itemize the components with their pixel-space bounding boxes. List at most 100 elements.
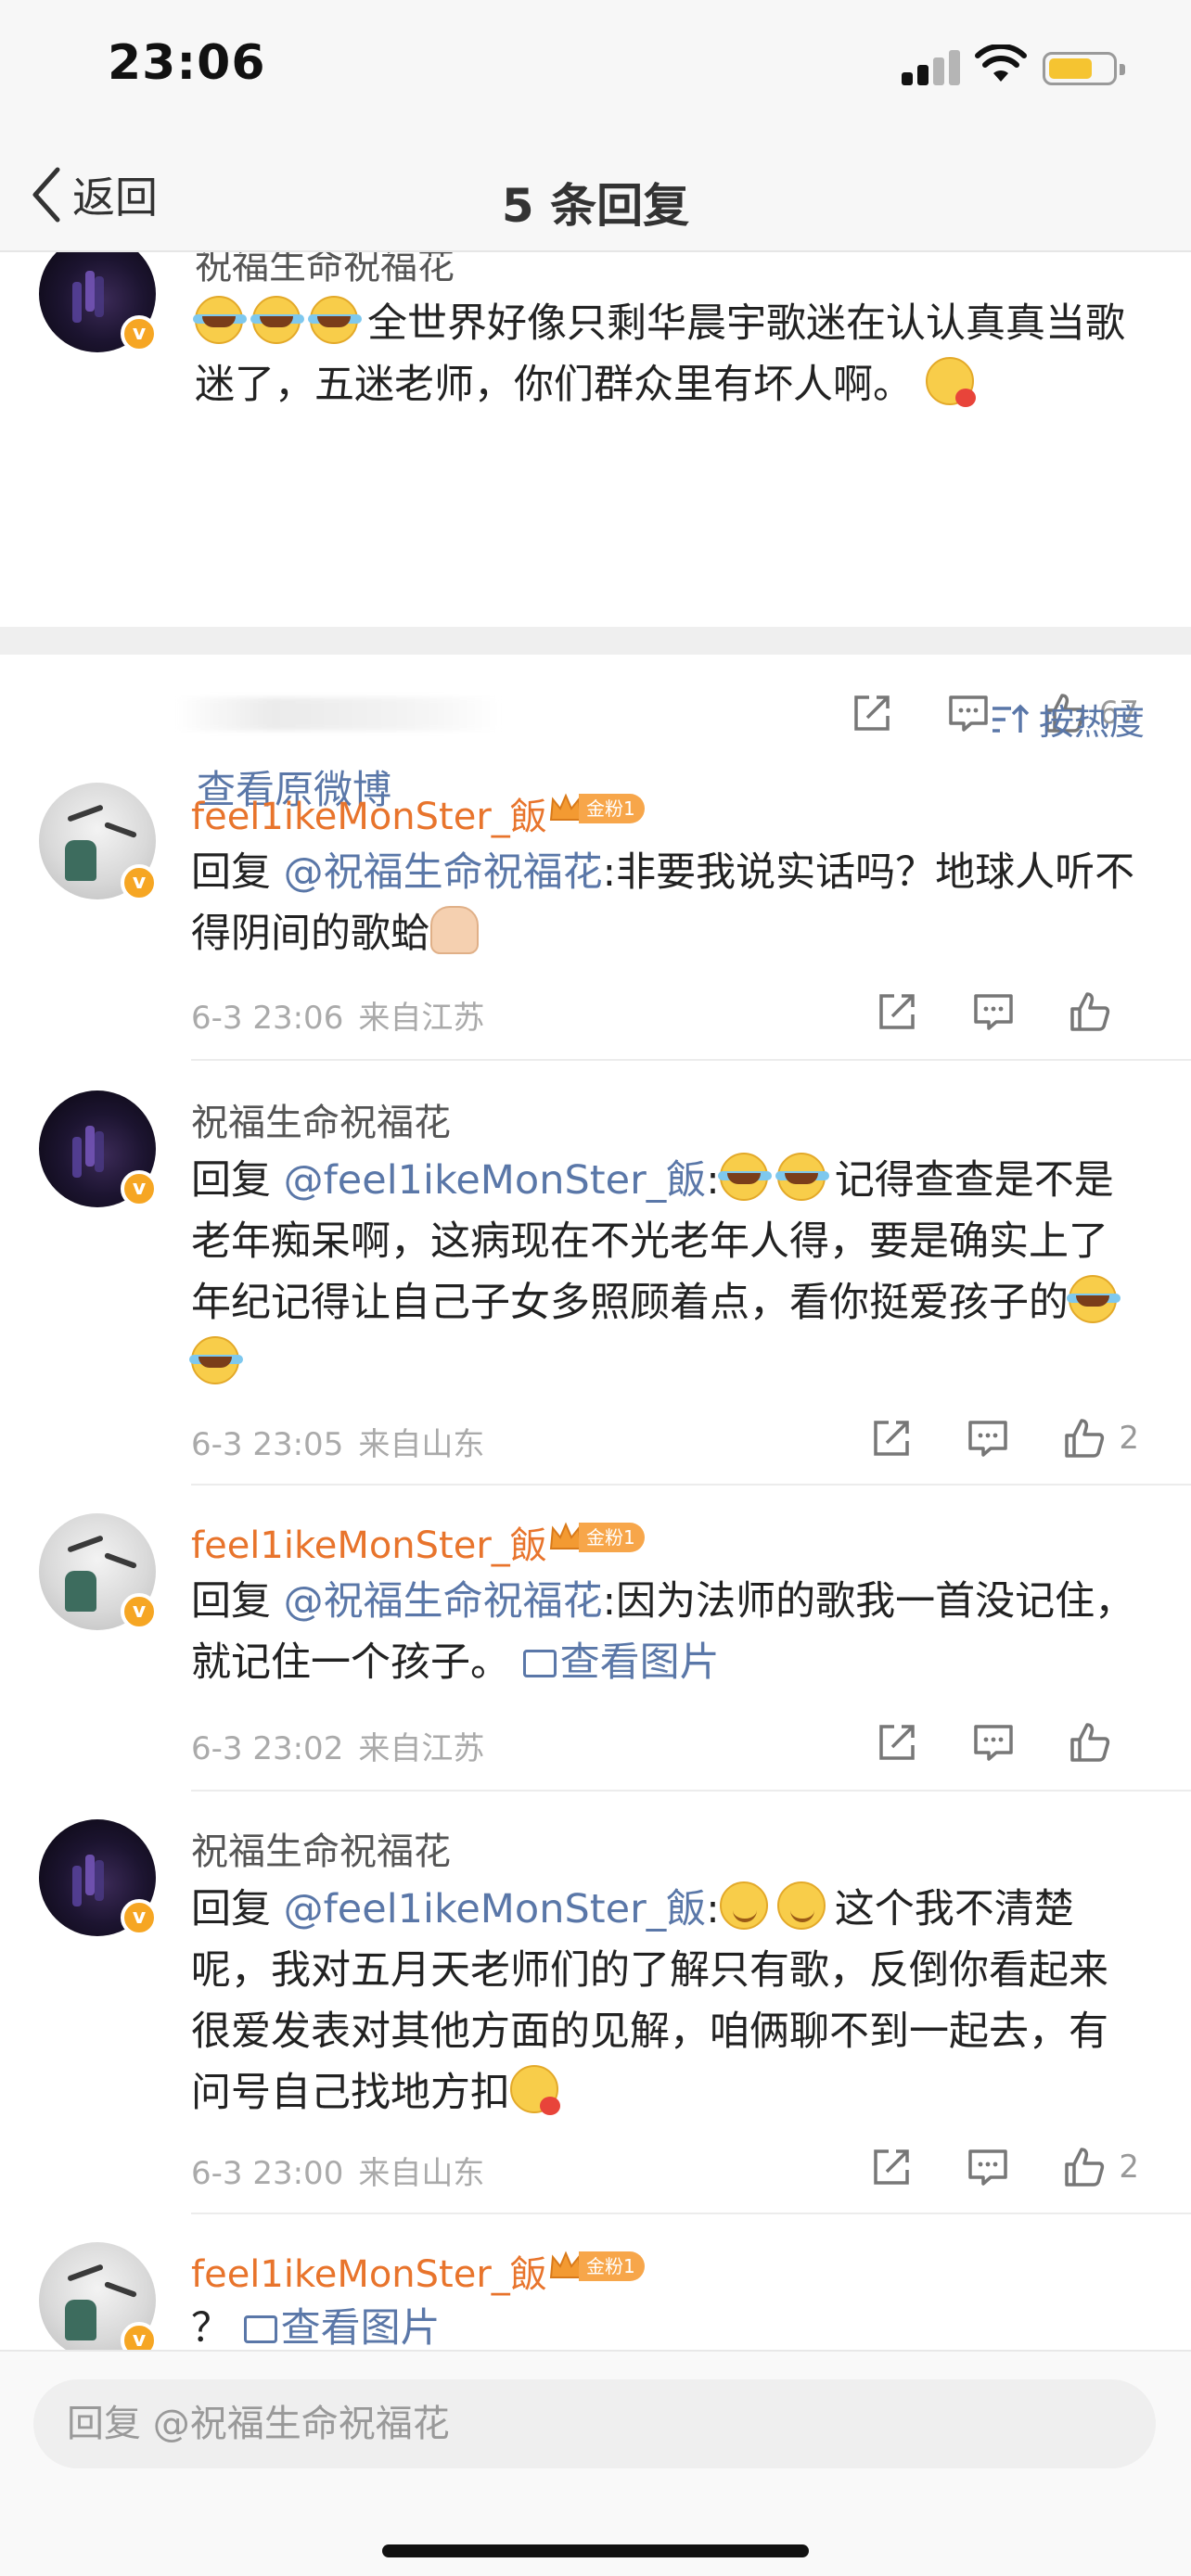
like-count: 2 [1119,1420,1139,1457]
comment-body: 全世界好像只剩华晨宇歌迷在认认真真当歌迷了，五迷老师，你们群众里有坏人啊。 [193,293,1141,415]
comment-text: ？ [191,2305,231,2350]
comment-button[interactable] [947,690,993,736]
source-redacted [176,697,501,731]
like-button[interactable] [1069,988,1115,1035]
thumb-up-icon [1065,2148,1105,2187]
comment-author[interactable]: feel1ikeMonSter_飯 [191,2244,547,2298]
comment-button[interactable] [972,988,1018,1035]
comment-author[interactable]: feel1ikeMonSter_飯 [191,786,547,840]
like-button[interactable] [1063,1415,1109,1461]
share-icon [879,994,915,1029]
comment-author[interactable]: feel1ikeMonSter_飯 [191,1515,547,1569]
comment-date: 6-3 23:06 [191,1000,344,1037]
mention-link[interactable]: @祝福生命祝福花 [284,1578,603,1625]
laugh-cry-emoji-icon [250,296,304,344]
fan-badge-label: 金粉1 [579,2251,645,2281]
share-icon [874,1421,910,1456]
share-icon [853,695,890,731]
comment-author[interactable]: 祝福生命祝福花 [195,252,455,289]
comment-date: 6-3 23:00 [191,2155,344,2192]
divider [191,1790,1191,1792]
comment-button[interactable] [967,1415,1013,1461]
repost-button[interactable] [876,1719,922,1766]
repost-button[interactable] [851,690,897,736]
repost-button[interactable] [876,988,922,1035]
status-bar: 23:06 [0,0,1191,139]
home-indicator[interactable] [382,2544,809,2557]
fan-badge: 金粉1 [547,1519,645,1556]
laugh-cry-emoji-icon [1067,1275,1121,1323]
reply-list[interactable]: v 祝福生命祝福花 全世界好像只剩华晨宇歌迷在认认真真当歌迷了，五迷老师，你们群… [0,252,1191,2350]
reply-input[interactable]: 回复 @祝福生命祝福花 [33,2379,1156,2468]
comment-icon [968,1421,1008,1457]
verified-badge-icon: v [121,1170,158,1207]
mention-link[interactable]: @feel1ikeMonSter_飯 [284,1157,707,1204]
laugh-cry-emoji-icon [193,296,247,344]
comment-button[interactable] [972,1719,1018,1766]
comment-meta: 6-3 23:02 来自江苏 [191,1723,484,1768]
comment-body: 回复 @feel1ikeMonSter_飯: 这个我不清楚呢，我对五月天老师们的了… [191,1879,1137,2123]
image-icon [243,2315,277,2343]
fan-badge-label: 金粉1 [579,1523,645,1552]
thumb-up-icon [1065,1419,1105,1458]
comment-author[interactable]: 祝福生命祝福花 [191,1092,451,1146]
repost-button[interactable] [870,2144,916,2190]
fan-badge: 金粉1 [547,790,645,827]
sort-icon [992,704,1030,733]
comment-body: ？ 查看图片 [191,2298,1137,2350]
laugh-cry-emoji-icon [775,1153,829,1201]
comment-location: 来自江苏 [358,1730,485,1767]
like-button[interactable] [1063,2144,1109,2190]
repost-button[interactable] [870,1415,916,1461]
section-divider [0,627,1191,655]
root-comment: v 祝福生命祝福花 全世界好像只剩华晨宇歌迷在认认真真当歌迷了，五迷老师，你们群… [0,252,1191,812]
smile-emoji-icon [776,1881,826,1930]
reply-prefix: 回复 [191,1157,284,1204]
reply-prefix: 回复 [191,1886,284,1932]
sort-button[interactable]: 按热度 [991,694,1145,745]
comment-meta: 6-3 23:05 来自山东 [191,1419,484,1464]
divider [191,2213,1191,2214]
cellular-signal-icon [902,48,961,85]
share-icon [874,2149,910,2185]
comment-location: 来自山东 [358,1426,485,1463]
mention-link[interactable]: @feel1ikeMonSter_飯 [284,1886,707,1932]
fan-badge: 金粉1 [547,2248,645,2285]
comment-location: 来自江苏 [358,1000,485,1037]
fan-badge-label: 金粉1 [579,794,645,823]
navigation-bar: 返回 5 条回复 [0,139,1191,252]
divider [191,1484,1191,1486]
battery-icon [1043,52,1125,85]
share-icon [879,1725,915,1760]
comment-actions: 2 [820,1415,1139,1461]
view-image-label: 查看图片 [559,1639,720,1686]
comment-actions [826,1719,1139,1766]
reply-prefix: 回复 [191,849,284,896]
view-image-label: 查看图片 [280,2305,441,2350]
reply-bar: 回复 @祝福生命祝福花 [0,2350,1191,2576]
blush-emoji-icon [510,2065,560,2115]
comment-date: 6-3 23:05 [191,1426,344,1463]
verified-badge-icon: v [121,1899,158,1936]
like-button[interactable] [1069,1719,1115,1766]
comment-button[interactable] [967,2144,1013,2190]
image-icon [522,1650,557,1677]
comment-icon [968,2149,1008,2186]
divider [191,1059,1191,1061]
comment-date: 6-3 23:02 [191,1730,344,1767]
comment-author[interactable]: 祝福生命祝福花 [191,1821,451,1875]
thumb-up-icon [1070,1723,1110,1762]
verified-badge-icon: v [121,1593,158,1630]
smile-emoji-icon [719,1881,768,1930]
comment-body: 回复 @feel1ikeMonSter_飯: 记得查查是不是老年痴呆啊，这病现在不… [189,1150,1137,1395]
comment-actions [826,988,1139,1035]
mention-link[interactable]: @祝福生命祝福花 [284,849,603,896]
view-image-link[interactable]: 查看图片 [243,2305,441,2350]
status-time: 23:06 [108,35,266,91]
blush-emoji-icon [925,357,976,407]
view-image-link[interactable]: 查看图片 [522,1639,720,1686]
comment-icon [974,994,1013,1030]
like-count: 2 [1119,2149,1139,2186]
pray-emoji-icon [430,906,479,954]
comment-body: 回复 @祝福生命祝福花:非要我说实话吗？地球人听不得阴间的歌蛤 [191,842,1137,964]
